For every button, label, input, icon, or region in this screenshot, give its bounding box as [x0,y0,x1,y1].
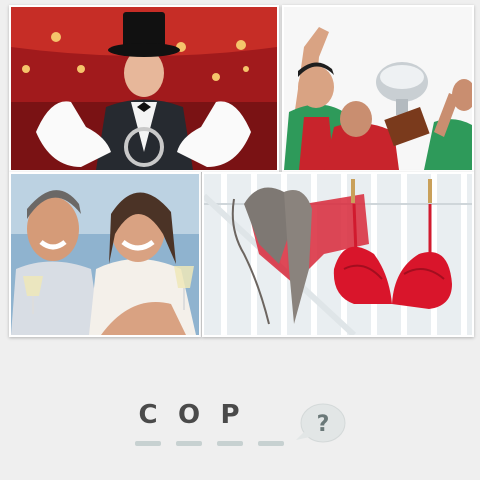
question-mark: ? [317,412,330,437]
answer-letter: O [177,400,201,430]
photo-couple [9,172,201,337]
help-bubble-icon: ? [296,403,346,443]
photo-trophy [282,5,474,172]
slot-underline [217,441,243,446]
help-button[interactable]: ? [296,402,346,446]
answer-letter: C [138,400,158,430]
answer-letter [256,400,286,430]
photo-clothesline [202,172,474,337]
slot-underline [258,441,284,446]
slot-underline [176,441,202,446]
answer-slot-4[interactable] [256,400,286,446]
slot-underline [135,441,161,446]
answer-slot-2[interactable]: O [174,400,204,446]
answer-slot-1[interactable]: C [133,400,163,446]
photo-magician [9,5,279,172]
answer-slot-3[interactable]: P [215,400,245,446]
answer-letter: P [220,400,240,430]
